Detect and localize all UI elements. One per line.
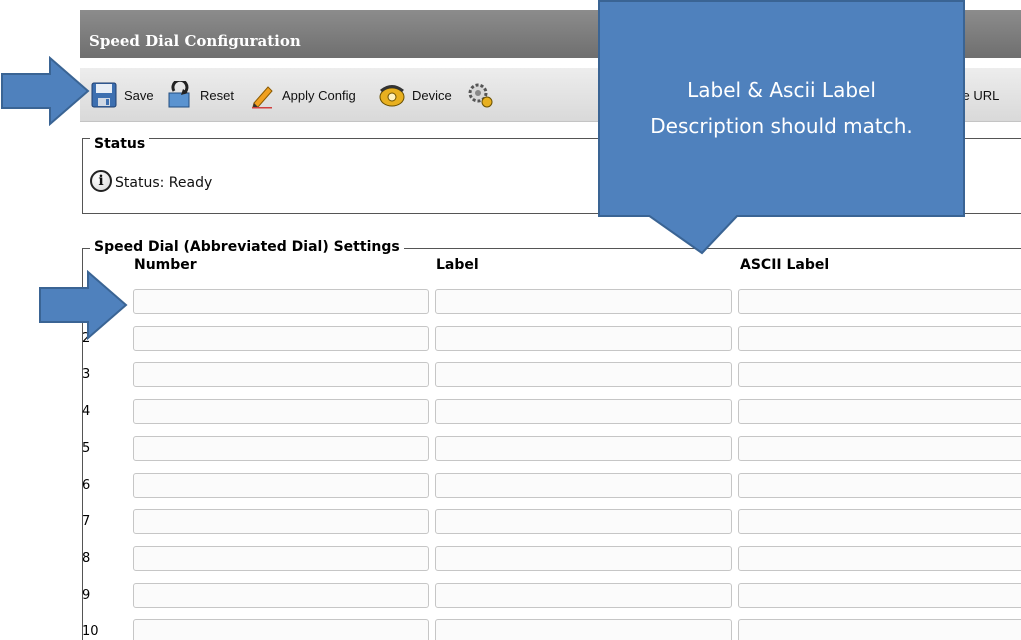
ascii-label-input[interactable] xyxy=(738,509,1021,534)
reset-icon xyxy=(168,81,190,108)
status-legend: Status xyxy=(90,136,150,152)
reset-label: Reset xyxy=(200,87,234,103)
callout-text: Label & Ascii Label Description should m… xyxy=(600,72,963,144)
pencil-icon xyxy=(252,86,273,109)
number-input[interactable] xyxy=(133,362,429,387)
save-icon xyxy=(91,82,117,108)
ascii-label-input[interactable] xyxy=(738,583,1021,608)
ascii-label-input[interactable] xyxy=(738,436,1021,461)
column-header-number: Number xyxy=(134,257,197,273)
ascii-label-input[interactable] xyxy=(738,399,1021,424)
label-input[interactable] xyxy=(435,436,732,461)
column-header-label: Label xyxy=(436,257,479,273)
row-index: 6 xyxy=(82,478,91,493)
label-input[interactable] xyxy=(435,326,732,351)
arrow-right-icon xyxy=(1,56,90,126)
window-title: Speed Dial Configuration xyxy=(89,32,301,50)
ascii-label-input[interactable] xyxy=(738,362,1021,387)
number-input[interactable] xyxy=(133,583,429,608)
row-index: 3 xyxy=(82,367,91,382)
arrow-right-icon xyxy=(39,270,128,340)
callout-line-2: Description should match. xyxy=(650,114,913,138)
label-input[interactable] xyxy=(435,289,732,314)
speed-dial-legend: Speed Dial (Abbreviated Dial) Settings xyxy=(90,239,404,255)
ascii-label-input[interactable] xyxy=(738,289,1021,314)
apply-config-label: Apply Config xyxy=(282,87,356,103)
ascii-label-input[interactable] xyxy=(738,326,1021,351)
row-index: 4 xyxy=(82,404,91,419)
label-input[interactable] xyxy=(435,399,732,424)
ascii-label-input[interactable] xyxy=(738,546,1021,571)
callout-line-1: Label & Ascii Label xyxy=(687,78,876,102)
number-input[interactable] xyxy=(133,546,429,571)
row-index: 5 xyxy=(82,441,91,456)
number-input[interactable] xyxy=(133,289,429,314)
row-index: 9 xyxy=(82,588,91,603)
annotation-callout: Label & Ascii Label Description should m… xyxy=(598,0,965,217)
number-input[interactable] xyxy=(133,619,429,640)
ascii-label-input[interactable] xyxy=(738,619,1021,640)
device-button[interactable]: Device xyxy=(378,73,452,117)
label-input[interactable] xyxy=(435,546,732,571)
apply-config-button[interactable]: Apply Config xyxy=(248,73,356,117)
gear-icon xyxy=(468,83,493,108)
number-input[interactable] xyxy=(133,399,429,424)
number-input[interactable] xyxy=(133,436,429,461)
number-input[interactable] xyxy=(133,509,429,534)
column-header-ascii-label: ASCII Label xyxy=(740,257,830,273)
row-index: 7 xyxy=(82,514,91,529)
number-input[interactable] xyxy=(133,473,429,498)
callout-pointer xyxy=(648,215,738,255)
save-button[interactable]: Save xyxy=(90,73,154,117)
number-input[interactable] xyxy=(133,326,429,351)
label-input[interactable] xyxy=(435,509,732,534)
label-input[interactable] xyxy=(435,583,732,608)
row-index: 8 xyxy=(82,551,91,566)
label-input[interactable] xyxy=(435,473,732,498)
status-text: Status: Ready xyxy=(115,175,213,191)
phone-icon xyxy=(379,85,405,107)
info-icon: i xyxy=(90,170,112,192)
row-index: 10 xyxy=(82,624,99,639)
ascii-label-input[interactable] xyxy=(738,473,1021,498)
device-label: Device xyxy=(412,87,452,103)
label-input[interactable] xyxy=(435,362,732,387)
reset-button[interactable]: Reset xyxy=(166,73,234,117)
save-label: Save xyxy=(124,87,154,103)
gear-button[interactable] xyxy=(466,73,500,117)
label-input[interactable] xyxy=(435,619,732,640)
